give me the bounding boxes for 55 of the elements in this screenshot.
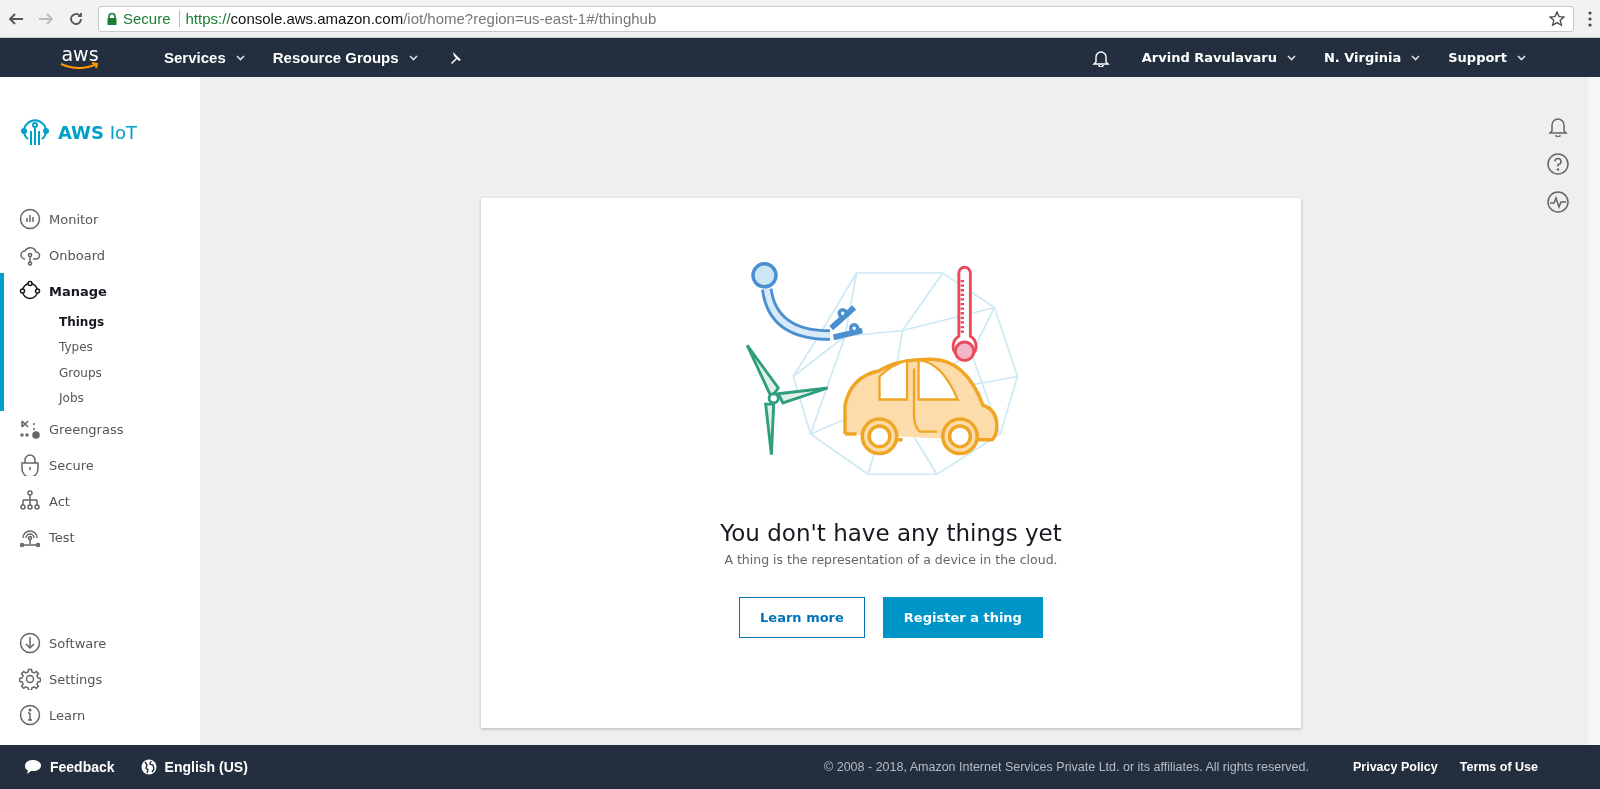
sidebar-subitem[interactable]: Types [4, 334, 200, 360]
caret-icon [408, 54, 418, 61]
language-selector[interactable]: English (US) [140, 759, 248, 775]
nav-menu[interactable]: Resource Groups [258, 49, 432, 66]
caret-icon [1286, 54, 1296, 61]
nav-menu[interactable]: Arvind Ravulavaru [1127, 50, 1310, 65]
sidebar-item[interactable]: Test [0, 519, 200, 555]
address-bar[interactable]: Secure https://console.aws.amazon.com/iot/home?region=us-east-1#/thinghub [98, 5, 1574, 32]
settings-icon [19, 668, 41, 690]
download-icon [19, 632, 41, 654]
lock-icon [19, 454, 41, 476]
cloud-icon [19, 244, 41, 266]
hierarchy-icon [19, 490, 41, 512]
sidebar-item[interactable]: Learn [0, 697, 200, 733]
menu-icon[interactable] [1588, 10, 1592, 27]
caret-icon [1517, 54, 1526, 61]
empty-state-title: You don't have any things yet [720, 520, 1062, 546]
lock-icon [107, 12, 117, 25]
back-icon[interactable] [8, 10, 24, 27]
sidebar-item[interactable]: Act [0, 483, 200, 519]
nodes-icon [19, 280, 41, 302]
sidebar-subitem[interactable]: Groups [4, 360, 200, 386]
url-text: https://console.aws.amazon.com/iot/home?region=us-east-1#/thinghub [185, 10, 658, 27]
caret-icon [1411, 54, 1421, 61]
empty-state-description: A thing is the representation of a device in the cloud. [724, 552, 1058, 567]
sidebar-item[interactable]: Greengrass [0, 411, 200, 447]
sidebar-item[interactable]: Settings [0, 661, 200, 697]
footer-link[interactable]: Terms of Use [1459, 760, 1538, 774]
footer-link[interactable]: Privacy Policy [1352, 760, 1438, 774]
sidebar-item[interactable]: Onboard [0, 237, 200, 273]
speech-bubble-icon [24, 759, 42, 775]
sidebar-item[interactable]: Manage [4, 273, 200, 309]
caret-icon [235, 54, 245, 61]
sidebar-item[interactable]: Software [0, 625, 200, 661]
help-icon[interactable] [1547, 153, 1569, 175]
globe-icon [140, 759, 157, 775]
sidebar-subitem[interactable]: Things [4, 309, 200, 335]
aws-logo[interactable]: aws [20, 45, 140, 70]
copyright-text: © 2008 - 2018, Amazon Internet Services Private Ltd. or its affiliates. All rights reserved. [824, 760, 1309, 774]
monitor-icon [19, 208, 41, 230]
nav-menu[interactable]: Support [1434, 50, 1540, 65]
star-icon[interactable] [1549, 10, 1565, 27]
feedback-link[interactable]: Feedback [24, 759, 115, 775]
circuit-head-icon [20, 117, 50, 147]
nav-menu[interactable]: Services [150, 49, 259, 66]
secure-label: Secure [123, 10, 180, 27]
nav-menu[interactable]: N. Virginia [1309, 50, 1435, 65]
info-icon [19, 704, 41, 726]
reload-icon[interactable] [68, 10, 84, 27]
learn-more-button[interactable]: Learn more [739, 597, 865, 638]
sidebar-item[interactable]: Secure [0, 447, 200, 483]
pulse-icon[interactable] [1547, 191, 1569, 213]
bell-icon[interactable] [1091, 48, 1110, 67]
sidebar-item[interactable]: Monitor [0, 201, 200, 237]
sidebar-subitem[interactable]: Jobs [4, 385, 200, 411]
